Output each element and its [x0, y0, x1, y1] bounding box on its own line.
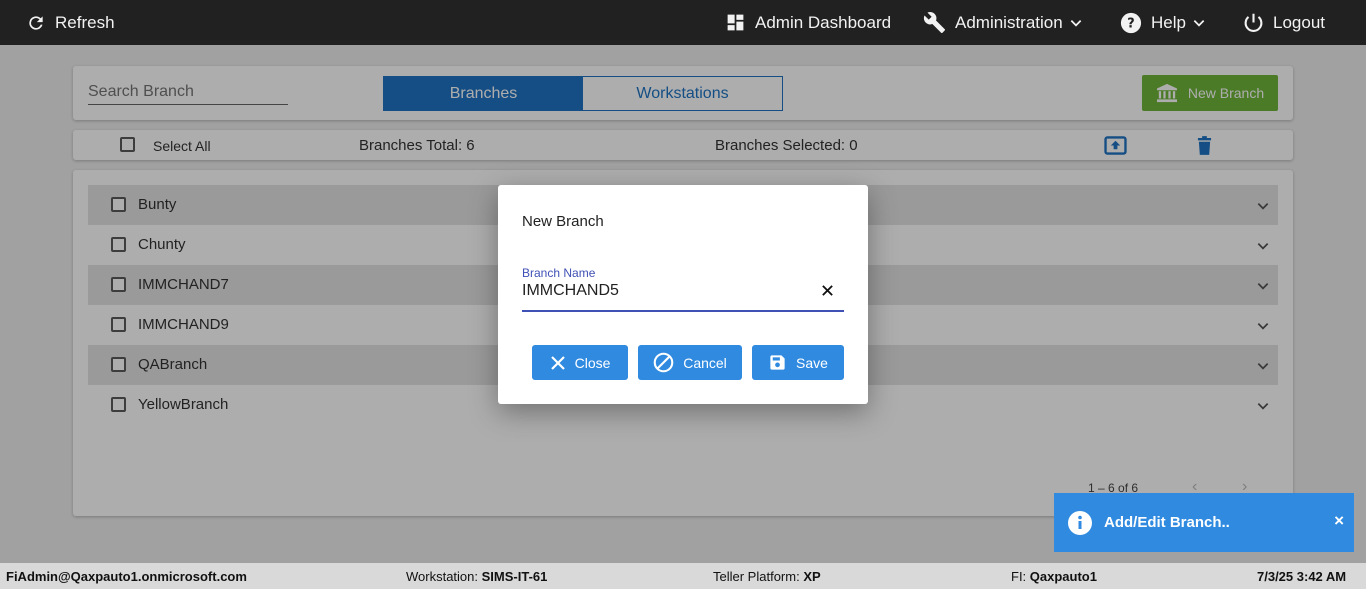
refresh-icon	[29, 15, 43, 30]
save-icon	[770, 355, 785, 370]
close-icon	[550, 355, 565, 370]
footer-datetime: 7/3/25 3:42 AM	[1257, 569, 1347, 584]
power-icon	[1244, 13, 1263, 32]
refresh-button[interactable]: Refresh	[26, 0, 115, 45]
footer-platform: Teller Platform: XP	[713, 569, 821, 584]
help-circle-icon: ?	[1120, 12, 1142, 33]
help-label: Help	[1151, 12, 1186, 32]
branch-name-input[interactable]	[522, 280, 820, 302]
help-menu[interactable]: ? Help	[1120, 0, 1206, 45]
close-button[interactable]: Close	[532, 345, 628, 380]
toast-message: Add/Edit Branch..	[1104, 514, 1230, 531]
refresh-label: Refresh	[55, 12, 115, 32]
wrench-icon	[923, 12, 946, 34]
cancel-button[interactable]: Cancel	[638, 345, 742, 380]
branch-name-label: Branch Name	[522, 266, 596, 280]
footer-workstation: Workstation: SIMS-IT-61	[406, 569, 547, 584]
footer-user: FiAdmin@Qaxpauto1.onmicrosoft.com	[6, 569, 247, 584]
new-branch-dialog: New Branch Branch Name Close Cancel Save	[498, 185, 868, 404]
top-nav-bar: Refresh Admin Dashboard Administration ?…	[0, 0, 1366, 45]
chevron-down-icon	[1070, 19, 1082, 27]
input-underline	[522, 310, 844, 312]
toast-close-icon[interactable]: ×	[1334, 511, 1344, 531]
save-label: Save	[796, 354, 828, 371]
workstation-value: SIMS-IT-61	[481, 569, 548, 584]
platform-value: XP	[803, 569, 821, 584]
save-button[interactable]: Save	[752, 345, 844, 380]
platform-label: Teller Platform:	[713, 569, 804, 584]
fi-value: Qaxpauto1	[1029, 569, 1097, 584]
administration-menu[interactable]: Administration	[923, 0, 1083, 45]
fi-label: FI:	[1011, 569, 1030, 584]
clear-icon[interactable]	[821, 284, 834, 297]
admin-dashboard-button[interactable]: Admin Dashboard	[725, 0, 891, 45]
ban-icon	[653, 352, 674, 373]
dialog-title: New Branch	[522, 213, 604, 230]
status-bar: FiAdmin@Qaxpauto1.onmicrosoft.com Workst…	[0, 563, 1366, 589]
cancel-label: Cancel	[683, 354, 727, 371]
logout-button[interactable]: Logout	[1243, 0, 1325, 45]
footer-fi: FI: Qaxpauto1	[1011, 569, 1097, 584]
workstation-label: Workstation:	[406, 569, 482, 584]
info-toast: Add/Edit Branch.. ×	[1054, 493, 1354, 552]
chevron-down-icon	[1193, 19, 1205, 27]
info-icon	[1068, 510, 1092, 535]
administration-label: Administration	[955, 12, 1063, 32]
close-label: Close	[574, 354, 611, 371]
admin-dashboard-label: Admin Dashboard	[755, 12, 892, 32]
svg-text:?: ?	[1127, 16, 1134, 31]
dashboard-icon	[727, 14, 744, 31]
logout-label: Logout	[1273, 12, 1325, 32]
